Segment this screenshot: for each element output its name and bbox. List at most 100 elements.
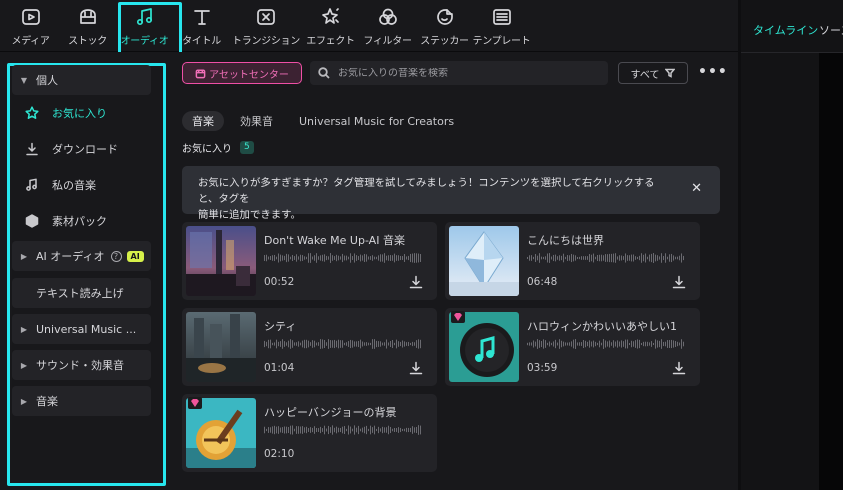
track-card[interactable]: ハロウィンかわいいあやしい1 03:59 xyxy=(445,308,700,386)
sidebar-item-label: テキスト読み上げ xyxy=(36,287,124,300)
sidebar: ▼ 個人 お気に入り ダウンロード 私の音楽 素材パック ▶ AI オーディオ … xyxy=(0,52,172,490)
funnel-icon xyxy=(665,68,676,78)
tab-transitions[interactable]: トランジション xyxy=(230,0,302,52)
sidebar-item-label: 私の音楽 xyxy=(52,179,96,192)
tip-line-2: 簡単に追加できます。 xyxy=(198,209,301,221)
track-thumbnail xyxy=(186,312,256,382)
tab-filters[interactable]: フィルター xyxy=(359,0,416,52)
asset-center-button[interactable]: アセットセンター xyxy=(182,62,302,84)
sidebar-item-label: 素材パック xyxy=(52,215,107,228)
track-duration: 03:59 xyxy=(527,362,558,374)
effects-star-icon xyxy=(320,6,342,28)
sticker-icon xyxy=(434,6,456,28)
caret-right-icon: ▶ xyxy=(20,251,28,261)
track-title: シティ xyxy=(264,320,297,333)
favorites-label: お気に入り xyxy=(182,144,232,155)
track-card[interactable]: シティ 01:04 xyxy=(182,308,437,386)
tag-tip-banner: お気に入りが多すぎますか？タグ管理を試してみましょう！コンテンツを選択して右クリ… xyxy=(182,166,720,221)
search-input[interactable] xyxy=(338,67,588,79)
star-icon xyxy=(12,106,52,120)
tab-transitions-label: トランジション xyxy=(232,36,300,47)
tab-media-label: メディア xyxy=(11,36,50,47)
track-thumbnail xyxy=(449,226,519,296)
tab-stock-label: ストック xyxy=(68,36,107,47)
download-icon[interactable] xyxy=(672,274,686,289)
tip-line-1: お気に入りが多すぎますか？タグ管理を試してみましょう！コンテンツを選択して右クリ… xyxy=(198,177,655,205)
tab-timeline[interactable]: タイムライン xyxy=(753,22,818,38)
right-panel: タイムライン ソース xyxy=(741,0,843,490)
help-icon[interactable]: ? xyxy=(110,250,122,262)
download-icon[interactable] xyxy=(409,274,423,289)
favorites-count-badge: 5 xyxy=(240,141,254,154)
search-icon xyxy=(318,67,330,79)
sidebar-item-favorites[interactable]: お気に入り xyxy=(12,99,151,127)
sidebar-item-ai-audio[interactable]: ▶ AI オーディオ ? AI xyxy=(12,241,151,271)
track-title: ハロウィンかわいいあやしい1 xyxy=(527,320,677,333)
tab-effects-label: エフェクト xyxy=(306,36,355,47)
download-icon[interactable] xyxy=(672,360,686,375)
tab-titles[interactable]: タイトル xyxy=(173,0,230,52)
tab-titles-label: タイトル xyxy=(182,36,221,47)
ai-badge: AI xyxy=(126,250,144,262)
tab-source[interactable]: ソース xyxy=(819,22,843,38)
sidebar-item-my-music[interactable]: 私の音楽 xyxy=(12,171,151,199)
download-icon xyxy=(12,142,52,156)
sidebar-item-packs[interactable]: 素材パック xyxy=(12,207,151,235)
track-duration: 06:48 xyxy=(527,276,558,288)
sidebar-item-label: 音楽 xyxy=(36,395,58,408)
sidebar-item-music[interactable]: ▶ 音楽 xyxy=(12,386,151,416)
transition-icon xyxy=(255,6,277,28)
music-note-icon xyxy=(134,6,156,28)
sidebar-item-downloads[interactable]: ダウンロード xyxy=(12,135,151,163)
tab-templates[interactable]: テンプレート xyxy=(472,0,531,52)
sidebar-item-label: AI オーディオ xyxy=(36,250,105,263)
waveform xyxy=(527,253,684,263)
sidebar-item-sound-effects[interactable]: ▶ サウンド・効果音 xyxy=(12,350,151,380)
tab-sound-effects[interactable]: 効果音 xyxy=(240,111,273,131)
track-title: こんにちは世界 xyxy=(527,234,604,247)
sidebar-item-label: お気に入り xyxy=(52,107,107,120)
track-duration: 02:10 xyxy=(264,448,295,460)
more-options-icon[interactable]: ••• xyxy=(698,64,728,80)
tab-music[interactable]: 音楽 xyxy=(182,111,224,131)
title-t-icon xyxy=(191,6,213,28)
tab-stock[interactable]: ストック xyxy=(59,0,116,52)
store-icon xyxy=(195,69,206,78)
sidebar-item-label: 個人 xyxy=(36,74,58,87)
track-title: Don't Wake Me Up-AI 音楽 xyxy=(264,234,405,247)
tab-media[interactable]: メディア xyxy=(2,0,59,52)
waveform xyxy=(264,425,421,435)
tab-filters-label: フィルター xyxy=(363,36,412,47)
sidebar-item-personal[interactable]: ▼ 個人 xyxy=(12,65,151,95)
search-box[interactable] xyxy=(310,61,608,85)
tab-effects[interactable]: エフェクト xyxy=(302,0,359,52)
waveform xyxy=(527,339,684,349)
caret-right-icon: ▶ xyxy=(20,360,28,370)
sidebar-item-tts[interactable]: テキスト読み上げ xyxy=(12,278,151,308)
music-note-icon xyxy=(12,178,52,192)
tab-templates-label: テンプレート xyxy=(472,36,531,47)
close-icon[interactable]: ✕ xyxy=(691,181,702,197)
track-card[interactable]: ハッピーバンジョーの背景 02:10 xyxy=(182,394,437,472)
track-thumbnail xyxy=(186,226,256,296)
track-duration: 01:04 xyxy=(264,362,295,374)
media-icon xyxy=(20,6,42,28)
tab-universal-music[interactable]: Universal Music for Creators xyxy=(299,111,454,131)
caret-down-icon: ▼ xyxy=(20,75,28,85)
waveform xyxy=(264,253,421,263)
premium-gem-icon xyxy=(188,397,202,409)
filter-dropdown[interactable]: すべて xyxy=(618,62,688,84)
tab-audio-label: オーディオ xyxy=(120,36,169,47)
stock-icon xyxy=(77,6,99,28)
audio-library: アセットセンター すべて ••• 音楽 効果音 Universal Music … xyxy=(172,52,738,490)
download-icon[interactable] xyxy=(409,360,423,375)
track-card[interactable]: こんにちは世界 06:48 xyxy=(445,222,700,300)
premium-gem-icon xyxy=(451,311,465,323)
package-icon xyxy=(12,214,52,228)
track-card[interactable]: Don't Wake Me Up-AI 音楽 00:52 xyxy=(182,222,437,300)
sidebar-item-universal-music[interactable]: ▶ Universal Music ... xyxy=(12,314,151,344)
tab-stickers[interactable]: ステッカー xyxy=(416,0,473,52)
tab-audio[interactable]: オーディオ xyxy=(116,0,182,56)
filter-label: すべて xyxy=(630,69,660,81)
template-icon xyxy=(491,6,513,28)
